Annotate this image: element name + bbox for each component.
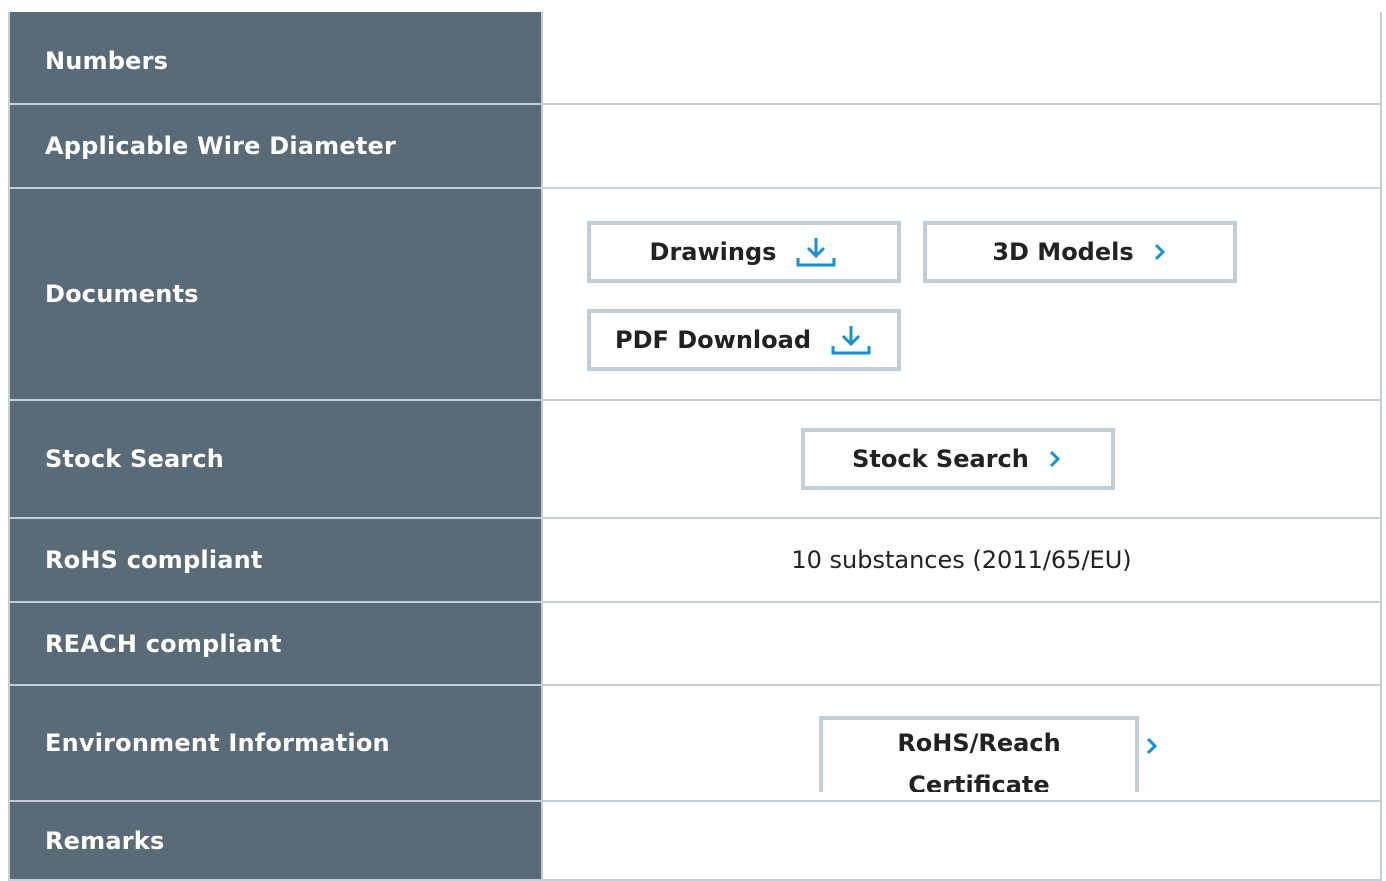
value-environment: RoHS/Reach Certificate — [541, 684, 1382, 802]
cert-label-line2: Certificate — [908, 771, 1050, 792]
label-environment: Environment Information — [8, 684, 543, 802]
drawings-button[interactable]: Drawings — [587, 221, 901, 283]
label-wire-diameter: Applicable Wire Diameter — [8, 103, 543, 189]
value-part-numbers — [541, 0, 1382, 105]
3d-models-button[interactable]: 3D Models — [923, 221, 1237, 283]
drawings-label: Drawings — [649, 238, 777, 266]
spec-table: Numbers Applicable Wire Diameter Documen… — [8, 0, 1382, 881]
download-icon — [794, 236, 838, 268]
value-reach — [541, 601, 1382, 686]
chevron-right-icon[interactable] — [1144, 734, 1160, 762]
label-reach: REACH compliant — [8, 601, 543, 686]
chevron-right-icon — [1152, 242, 1168, 262]
row-part-numbers: Numbers — [8, 0, 1382, 105]
label-documents: Documents — [8, 187, 543, 401]
row-documents: Documents Drawings 3D Models PDF Downloa… — [8, 187, 1382, 401]
row-reach: REACH compliant — [8, 601, 1382, 686]
row-wire-diameter: Applicable Wire Diameter — [8, 103, 1382, 189]
rohs-reach-certificate-button[interactable]: RoHS/Reach Certificate — [819, 716, 1139, 792]
stock-search-button[interactable]: Stock Search — [800, 428, 1115, 490]
value-stock-search: Stock Search — [541, 399, 1382, 519]
label-remarks: Remarks — [8, 800, 543, 881]
download-icon — [829, 324, 873, 356]
row-rohs: RoHS compliant 10 substances (2011/65/EU… — [8, 517, 1382, 603]
label-stock-search: Stock Search — [8, 399, 543, 519]
3d-models-label: 3D Models — [992, 238, 1134, 266]
pdf-download-label: PDF Download — [614, 326, 812, 354]
value-remarks — [541, 800, 1382, 881]
row-remarks: Remarks — [8, 800, 1382, 881]
value-documents: Drawings 3D Models PDF Download — [541, 187, 1382, 401]
label-rohs: RoHS compliant — [8, 517, 543, 603]
row-stock-search: Stock Search Stock Search — [8, 399, 1382, 519]
cert-label-line1: RoHS/Reach — [897, 729, 1061, 757]
label-part-numbers: Numbers — [8, 0, 543, 105]
rohs-value: 10 substances (2011/65/EU) — [541, 517, 1382, 603]
chevron-right-icon — [1047, 449, 1063, 469]
stock-search-label: Stock Search — [852, 445, 1029, 473]
pdf-download-button[interactable]: PDF Download — [587, 309, 901, 371]
value-wire-diameter — [541, 103, 1382, 189]
row-environment: Environment Information RoHS/Reach Certi… — [8, 684, 1382, 802]
